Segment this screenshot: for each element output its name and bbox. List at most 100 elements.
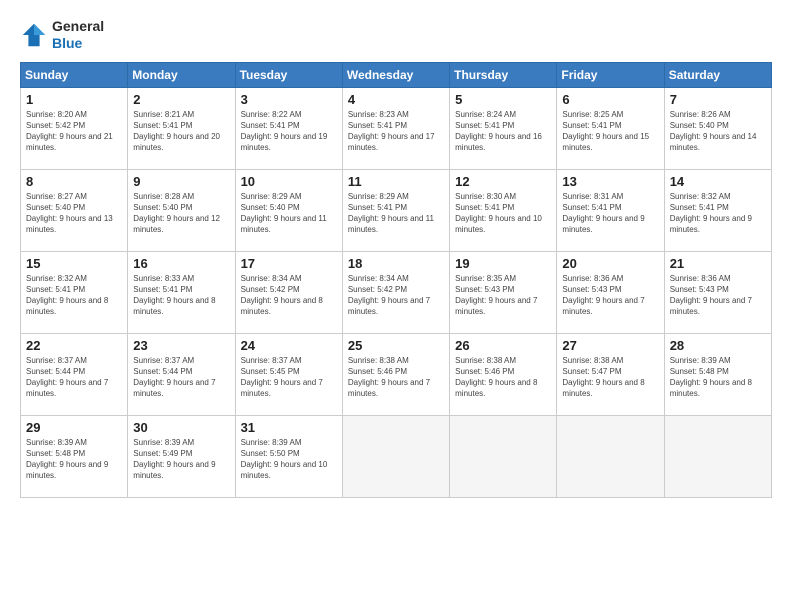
week-row-1: 1 Sunrise: 8:20 AMSunset: 5:42 PMDaylight…: [21, 87, 772, 169]
week-row-3: 15 Sunrise: 8:32 AMSunset: 5:41 PMDayligh…: [21, 251, 772, 333]
day-number: 24: [241, 338, 337, 353]
day-info: Sunrise: 8:20 AMSunset: 5:42 PMDaylight:…: [26, 109, 122, 154]
day-info: Sunrise: 8:38 AMSunset: 5:46 PMDaylight:…: [455, 355, 551, 400]
calendar-cell: 18 Sunrise: 8:34 AMSunset: 5:42 PMDayligh…: [342, 251, 449, 333]
calendar-cell: 28 Sunrise: 8:39 AMSunset: 5:48 PMDayligh…: [664, 333, 771, 415]
day-number: 15: [26, 256, 122, 271]
day-info: Sunrise: 8:34 AMSunset: 5:42 PMDaylight:…: [348, 273, 444, 318]
calendar-cell: 13 Sunrise: 8:31 AMSunset: 5:41 PMDayligh…: [557, 169, 664, 251]
day-number: 11: [348, 174, 444, 189]
day-info: Sunrise: 8:39 AMSunset: 5:50 PMDaylight:…: [241, 437, 337, 482]
day-info: Sunrise: 8:26 AMSunset: 5:40 PMDaylight:…: [670, 109, 766, 154]
day-number: 23: [133, 338, 229, 353]
calendar-cell: 29 Sunrise: 8:39 AMSunset: 5:48 PMDayligh…: [21, 415, 128, 497]
calendar-cell: 16Sunrise: 8:33 AMSunset: 5:41 PMDayligh…: [128, 251, 235, 333]
weekday-header-friday: Friday: [557, 62, 664, 87]
day-info: Sunrise: 8:31 AMSunset: 5:41 PMDaylight:…: [562, 191, 658, 236]
day-number: 12: [455, 174, 551, 189]
day-number: 20: [562, 256, 658, 271]
day-info: Sunrise: 8:29 AMSunset: 5:40 PMDaylight:…: [241, 191, 337, 236]
calendar-cell: 26 Sunrise: 8:38 AMSunset: 5:46 PMDayligh…: [450, 333, 557, 415]
week-row-2: 8Sunrise: 8:27 AMSunset: 5:40 PMDaylight…: [21, 169, 772, 251]
day-number: 30: [133, 420, 229, 435]
calendar-cell: 15 Sunrise: 8:32 AMSunset: 5:41 PMDayligh…: [21, 251, 128, 333]
day-number: 18: [348, 256, 444, 271]
calendar-cell: 8Sunrise: 8:27 AMSunset: 5:40 PMDaylight…: [21, 169, 128, 251]
day-number: 2: [133, 92, 229, 107]
day-number: 22: [26, 338, 122, 353]
calendar-cell: 12 Sunrise: 8:30 AMSunset: 5:41 PMDayligh…: [450, 169, 557, 251]
day-info: Sunrise: 8:30 AMSunset: 5:41 PMDaylight:…: [455, 191, 551, 236]
calendar-table: SundayMondayTuesdayWednesdayThursdayFrid…: [20, 62, 772, 498]
day-number: 9: [133, 174, 229, 189]
day-info: Sunrise: 8:38 AMSunset: 5:46 PMDaylight:…: [348, 355, 444, 400]
calendar-cell: 14Sunrise: 8:32 AMSunset: 5:41 PMDayligh…: [664, 169, 771, 251]
day-info: Sunrise: 8:27 AMSunset: 5:40 PMDaylight:…: [26, 191, 122, 236]
day-info: Sunrise: 8:36 AMSunset: 5:43 PMDaylight:…: [670, 273, 766, 318]
day-info: Sunrise: 8:37 AMSunset: 5:45 PMDaylight:…: [241, 355, 337, 400]
day-number: 1: [26, 92, 122, 107]
day-number: 17: [241, 256, 337, 271]
day-number: 14: [670, 174, 766, 189]
day-number: 10: [241, 174, 337, 189]
day-number: 28: [670, 338, 766, 353]
calendar-cell: 17 Sunrise: 8:34 AMSunset: 5:42 PMDayligh…: [235, 251, 342, 333]
logo: General Blue: [20, 18, 104, 52]
calendar-cell: 1 Sunrise: 8:20 AMSunset: 5:42 PMDaylight…: [21, 87, 128, 169]
day-info: Sunrise: 8:39 AMSunset: 5:48 PMDaylight:…: [26, 437, 122, 482]
calendar-cell: [450, 415, 557, 497]
calendar-cell: 20 Sunrise: 8:36 AMSunset: 5:43 PMDayligh…: [557, 251, 664, 333]
header: General Blue: [20, 18, 772, 52]
day-number: 19: [455, 256, 551, 271]
calendar-cell: 31 Sunrise: 8:39 AMSunset: 5:50 PMDayligh…: [235, 415, 342, 497]
calendar-cell: 11 Sunrise: 8:29 AMSunset: 5:41 PMDayligh…: [342, 169, 449, 251]
calendar-cell: 5Sunrise: 8:24 AMSunset: 5:41 PMDaylight…: [450, 87, 557, 169]
day-number: 29: [26, 420, 122, 435]
day-number: 26: [455, 338, 551, 353]
weekday-header-sunday: Sunday: [21, 62, 128, 87]
calendar-cell: 21 Sunrise: 8:36 AMSunset: 5:43 PMDayligh…: [664, 251, 771, 333]
weekday-header-thursday: Thursday: [450, 62, 557, 87]
week-row-5: 29 Sunrise: 8:39 AMSunset: 5:48 PMDayligh…: [21, 415, 772, 497]
day-info: Sunrise: 8:37 AMSunset: 5:44 PMDaylight:…: [133, 355, 229, 400]
calendar-cell: 9 Sunrise: 8:28 AMSunset: 5:40 PMDaylight…: [128, 169, 235, 251]
day-info: Sunrise: 8:21 AMSunset: 5:41 PMDaylight:…: [133, 109, 229, 154]
calendar-cell: [557, 415, 664, 497]
weekday-header-wednesday: Wednesday: [342, 62, 449, 87]
day-info: Sunrise: 8:38 AMSunset: 5:47 PMDaylight:…: [562, 355, 658, 400]
logo-icon: [20, 21, 48, 49]
day-info: Sunrise: 8:28 AMSunset: 5:40 PMDaylight:…: [133, 191, 229, 236]
logo-text: General Blue: [52, 18, 104, 52]
day-number: 31: [241, 420, 337, 435]
day-info: Sunrise: 8:39 AMSunset: 5:48 PMDaylight:…: [670, 355, 766, 400]
weekday-header-saturday: Saturday: [664, 62, 771, 87]
day-number: 6: [562, 92, 658, 107]
day-info: Sunrise: 8:22 AMSunset: 5:41 PMDaylight:…: [241, 109, 337, 154]
day-number: 3: [241, 92, 337, 107]
day-info: Sunrise: 8:33 AMSunset: 5:41 PMDaylight:…: [133, 273, 229, 318]
day-info: Sunrise: 8:34 AMSunset: 5:42 PMDaylight:…: [241, 273, 337, 318]
day-number: 27: [562, 338, 658, 353]
day-info: Sunrise: 8:25 AMSunset: 5:41 PMDaylight:…: [562, 109, 658, 154]
day-info: Sunrise: 8:32 AMSunset: 5:41 PMDaylight:…: [26, 273, 122, 318]
page: General Blue SundayMondayTuesdayWednesda…: [0, 0, 792, 612]
day-number: 21: [670, 256, 766, 271]
weekday-header-tuesday: Tuesday: [235, 62, 342, 87]
weekday-header-monday: Monday: [128, 62, 235, 87]
day-number: 4: [348, 92, 444, 107]
day-number: 13: [562, 174, 658, 189]
calendar-cell: 2 Sunrise: 8:21 AMSunset: 5:41 PMDaylight…: [128, 87, 235, 169]
day-info: Sunrise: 8:36 AMSunset: 5:43 PMDaylight:…: [562, 273, 658, 318]
calendar-cell: 25Sunrise: 8:38 AMSunset: 5:46 PMDayligh…: [342, 333, 449, 415]
day-info: Sunrise: 8:35 AMSunset: 5:43 PMDaylight:…: [455, 273, 551, 318]
calendar-cell: 3 Sunrise: 8:22 AMSunset: 5:41 PMDaylight…: [235, 87, 342, 169]
calendar-cell: 24 Sunrise: 8:37 AMSunset: 5:45 PMDayligh…: [235, 333, 342, 415]
week-row-4: 22 Sunrise: 8:37 AMSunset: 5:44 PMDayligh…: [21, 333, 772, 415]
calendar-cell: 27 Sunrise: 8:38 AMSunset: 5:47 PMDayligh…: [557, 333, 664, 415]
calendar-cell: 10 Sunrise: 8:29 AMSunset: 5:40 PMDayligh…: [235, 169, 342, 251]
calendar-cell: 19 Sunrise: 8:35 AMSunset: 5:43 PMDayligh…: [450, 251, 557, 333]
calendar-cell: 6 Sunrise: 8:25 AMSunset: 5:41 PMDaylight…: [557, 87, 664, 169]
calendar-cell: [342, 415, 449, 497]
day-info: Sunrise: 8:29 AMSunset: 5:41 PMDaylight:…: [348, 191, 444, 236]
day-number: 5: [455, 92, 551, 107]
